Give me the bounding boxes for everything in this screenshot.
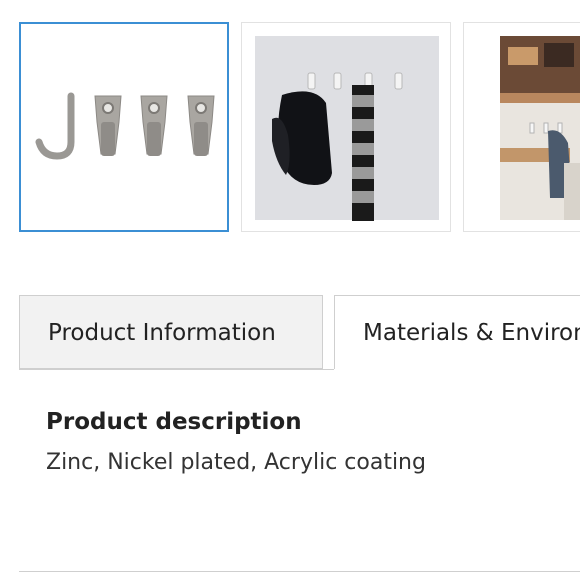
product-page: Product Information Materials & Environm… <box>0 0 580 580</box>
product-description-text: Zinc, Nickel plated, Acrylic coating <box>46 450 426 475</box>
tab-divider <box>19 369 334 370</box>
tab-materials-environment-label: Materials & Environment <box>363 320 580 346</box>
cafe-wall-hooks-image <box>464 23 580 231</box>
thumbnail-cafe-wall-hooks[interactable] <box>463 22 580 232</box>
thumbnail-hooks-with-cap-scarf[interactable] <box>241 22 451 232</box>
tab-product-information-label: Product Information <box>48 320 276 346</box>
image-gallery <box>19 22 580 234</box>
hooks-product-image <box>21 24 227 230</box>
thumbnail-hooks-product[interactable] <box>19 22 229 232</box>
hooks-with-cap-scarf-image <box>242 23 450 231</box>
tab-materials-environment[interactable]: Materials & Environment <box>334 295 580 369</box>
tab-product-information[interactable]: Product Information <box>19 295 323 369</box>
product-description-heading: Product description <box>46 409 302 435</box>
section-divider <box>19 571 580 572</box>
